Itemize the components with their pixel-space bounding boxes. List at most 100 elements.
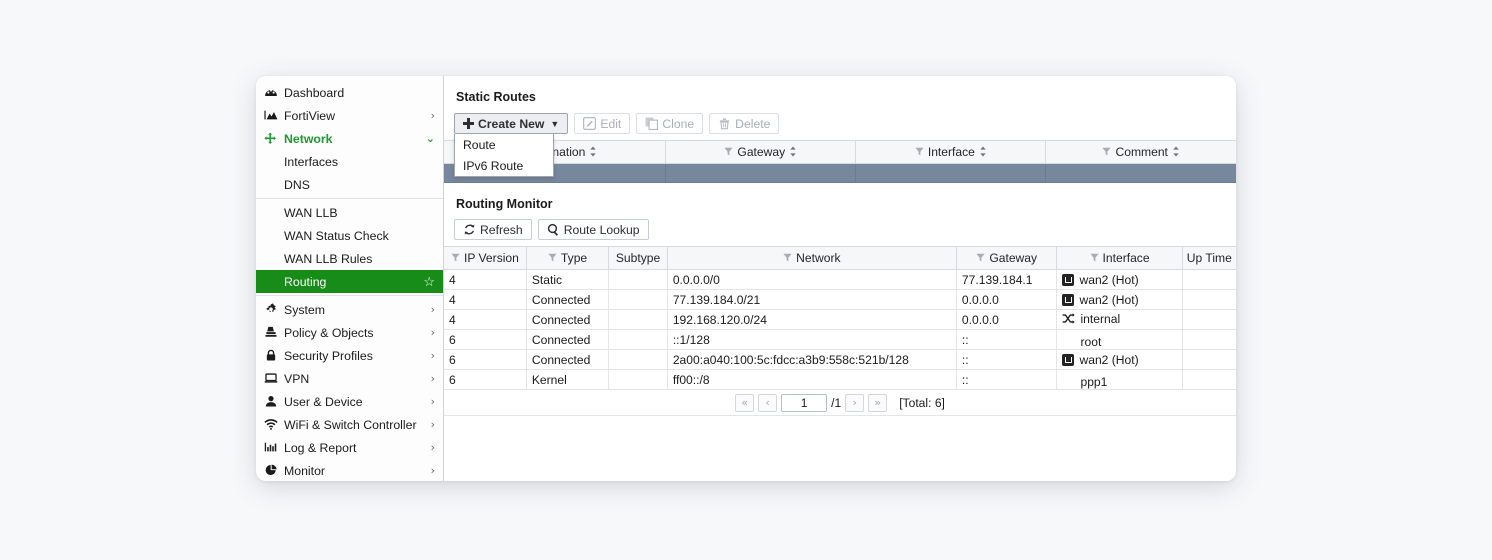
interface-label: wan2 (Hot) — [1079, 353, 1139, 367]
static-routes-header-row: Destination Gateway Interface Comment — [444, 140, 1236, 164]
sidebar-item-wan-llb-rules[interactable]: WAN LLB Rules — [256, 247, 443, 270]
column-header-label: Subtype — [615, 251, 661, 265]
column-header-interface[interactable]: Interface — [855, 140, 1047, 164]
chevron-right-icon: › — [430, 109, 435, 122]
delete-label: Delete — [735, 116, 771, 131]
interface-label: ppp1 — [1080, 374, 1108, 389]
column-header-type[interactable]: Type — [526, 246, 610, 270]
sort-icon[interactable] — [789, 146, 797, 157]
sidebar-item-network[interactable]: Network ⌄ — [256, 127, 443, 150]
sidebar-item-label: WAN LLB Rules — [284, 251, 373, 266]
table-row[interactable]: 4 Static 0.0.0.0/0 77.139.184.1 wan2 (Hot) — [444, 269, 1236, 290]
cell-ip-version: 6 — [444, 329, 527, 350]
dashboard-gauge-icon — [262, 85, 279, 100]
edit-button[interactable]: Edit — [574, 113, 631, 134]
menu-item-route[interactable]: Route — [455, 134, 553, 155]
cell-up-time — [1182, 349, 1236, 370]
table-row[interactable] — [444, 163, 1236, 183]
refresh-button[interactable]: Refresh — [454, 219, 532, 240]
sidebar-item-user-device[interactable]: User & Device › — [256, 390, 443, 413]
clone-button[interactable]: Clone — [636, 113, 704, 134]
filter-icon[interactable] — [783, 253, 792, 262]
filter-icon[interactable] — [976, 253, 985, 262]
sidebar-item-wan-status-check[interactable]: WAN Status Check — [256, 224, 443, 247]
sidebar-item-label: FortiView — [284, 108, 336, 123]
bar-chart-icon — [262, 440, 279, 455]
table-row[interactable]: 6 Kernel ff00::/8:: ppp1 — [444, 369, 1236, 390]
sidebar-item-label: User & Device — [284, 394, 363, 409]
table-cell — [1045, 163, 1236, 183]
sidebar-item-label: Monitor — [284, 463, 326, 478]
column-header-interface[interactable]: Interface — [1056, 246, 1183, 270]
column-header-network[interactable]: Network — [667, 246, 957, 270]
sidebar-divider — [256, 295, 443, 296]
cell-type: Connected — [526, 349, 610, 370]
sort-icon[interactable] — [1172, 146, 1180, 157]
chevron-right-icon: › — [430, 303, 435, 316]
sidebar-item-routing[interactable]: Routing ☆ — [256, 270, 443, 293]
table-row[interactable]: 4 Connected 192.168.120.0/24 0.0.0.0 interna… — [444, 309, 1236, 330]
sort-icon[interactable] — [589, 146, 597, 157]
column-header-label: Gateway — [989, 250, 1038, 265]
sidebar-navigation: Dashboard FortiView › Network ⌄ Interfaces DNS… — [256, 76, 444, 481]
interface-label: wan2 (Hot) — [1079, 293, 1139, 307]
sort-icon[interactable] — [979, 146, 987, 157]
chevron-right-icon: › — [430, 464, 435, 477]
column-header-gateway[interactable]: Gateway — [956, 246, 1058, 270]
filter-icon[interactable] — [1102, 147, 1112, 156]
column-header-gateway[interactable]: Gateway — [665, 140, 857, 164]
sidebar-item-dns[interactable]: DNS — [256, 173, 443, 196]
chevron-down-icon: ▼ — [550, 118, 560, 129]
last-page-button[interactable]: » — [868, 393, 888, 412]
sidebar-item-label: WAN LLB — [284, 205, 338, 220]
cell-type: Kernel — [526, 369, 610, 390]
column-header-comment[interactable]: Comment — [1045, 140, 1236, 164]
chevron-down-icon: ⌄ — [425, 132, 435, 145]
filter-icon[interactable] — [1089, 253, 1099, 262]
cell-subtype — [608, 289, 668, 310]
column-header-ip-version[interactable]: IP Version — [444, 246, 527, 270]
edit-label: Edit — [600, 116, 622, 131]
sidebar-item-vpn[interactable]: VPN › — [256, 367, 443, 390]
sidebar-item-policy-objects[interactable]: Policy & Objects › — [256, 321, 443, 344]
favorite-star-icon[interactable]: ☆ — [423, 274, 435, 290]
delete-button[interactable]: Delete — [709, 113, 780, 134]
sidebar-item-security-profiles[interactable]: Security Profiles › — [256, 344, 443, 367]
first-page-button[interactable]: « — [735, 393, 755, 412]
cell-interface: internal — [1056, 309, 1183, 330]
table-cell — [665, 163, 857, 183]
interface-label: internal — [1080, 311, 1121, 326]
sidebar-item-dashboard[interactable]: Dashboard — [256, 81, 443, 104]
prev-page-button[interactable]: ‹ — [758, 393, 778, 412]
filter-icon[interactable] — [915, 147, 924, 156]
sidebar-item-fortiview[interactable]: FortiView › — [256, 104, 443, 127]
sidebar-item-monitor[interactable]: Monitor › — [256, 459, 443, 482]
cell-type: Static — [526, 269, 610, 290]
cell-gateway: 0.0.0.0 — [956, 309, 1058, 330]
chevron-right-icon: › — [430, 418, 435, 431]
static-routes-title: Static Routes — [456, 90, 536, 104]
table-row[interactable]: 6 Connected 2a00:a040:100:5c:fdcc:a3b9:558… — [444, 349, 1236, 370]
cell-network: 77.139.184.0/21 — [667, 289, 957, 310]
filter-icon[interactable] — [548, 253, 557, 262]
filter-icon[interactable] — [724, 147, 734, 156]
create-new-button[interactable]: Create New ▼ — [454, 113, 569, 134]
sidebar-item-label: WiFi & Switch Controller — [284, 417, 417, 432]
filter-icon[interactable] — [451, 253, 460, 262]
table-row[interactable]: 4 Connected 77.139.184.0/21 0.0.0.0 wan2 (Ho… — [444, 289, 1236, 310]
menu-item-ipv6-route[interactable]: IPv6 Route — [455, 155, 553, 176]
sidebar-item-label: WAN Status Check — [284, 228, 389, 243]
next-page-button[interactable]: › — [845, 393, 865, 412]
sidebar-item-wifi-switch-controller[interactable]: WiFi & Switch Controller › — [256, 413, 443, 436]
column-header-subtype[interactable]: Subtype — [608, 246, 668, 270]
create-new-label: Create New — [478, 116, 545, 131]
sidebar-item-wan-llb[interactable]: WAN LLB — [256, 201, 443, 224]
sidebar-item-system[interactable]: System › — [256, 298, 443, 321]
column-header-up-time[interactable]: Up Time — [1182, 246, 1236, 270]
sidebar-item-log-report[interactable]: Log & Report › — [256, 436, 443, 459]
table-row[interactable]: 6 Connected::1/128:: root — [444, 329, 1236, 350]
cell-subtype — [608, 329, 668, 350]
sidebar-item-interfaces[interactable]: Interfaces — [256, 150, 443, 173]
route-lookup-button[interactable]: Route Lookup — [537, 219, 649, 240]
page-number-input[interactable] — [781, 393, 828, 412]
